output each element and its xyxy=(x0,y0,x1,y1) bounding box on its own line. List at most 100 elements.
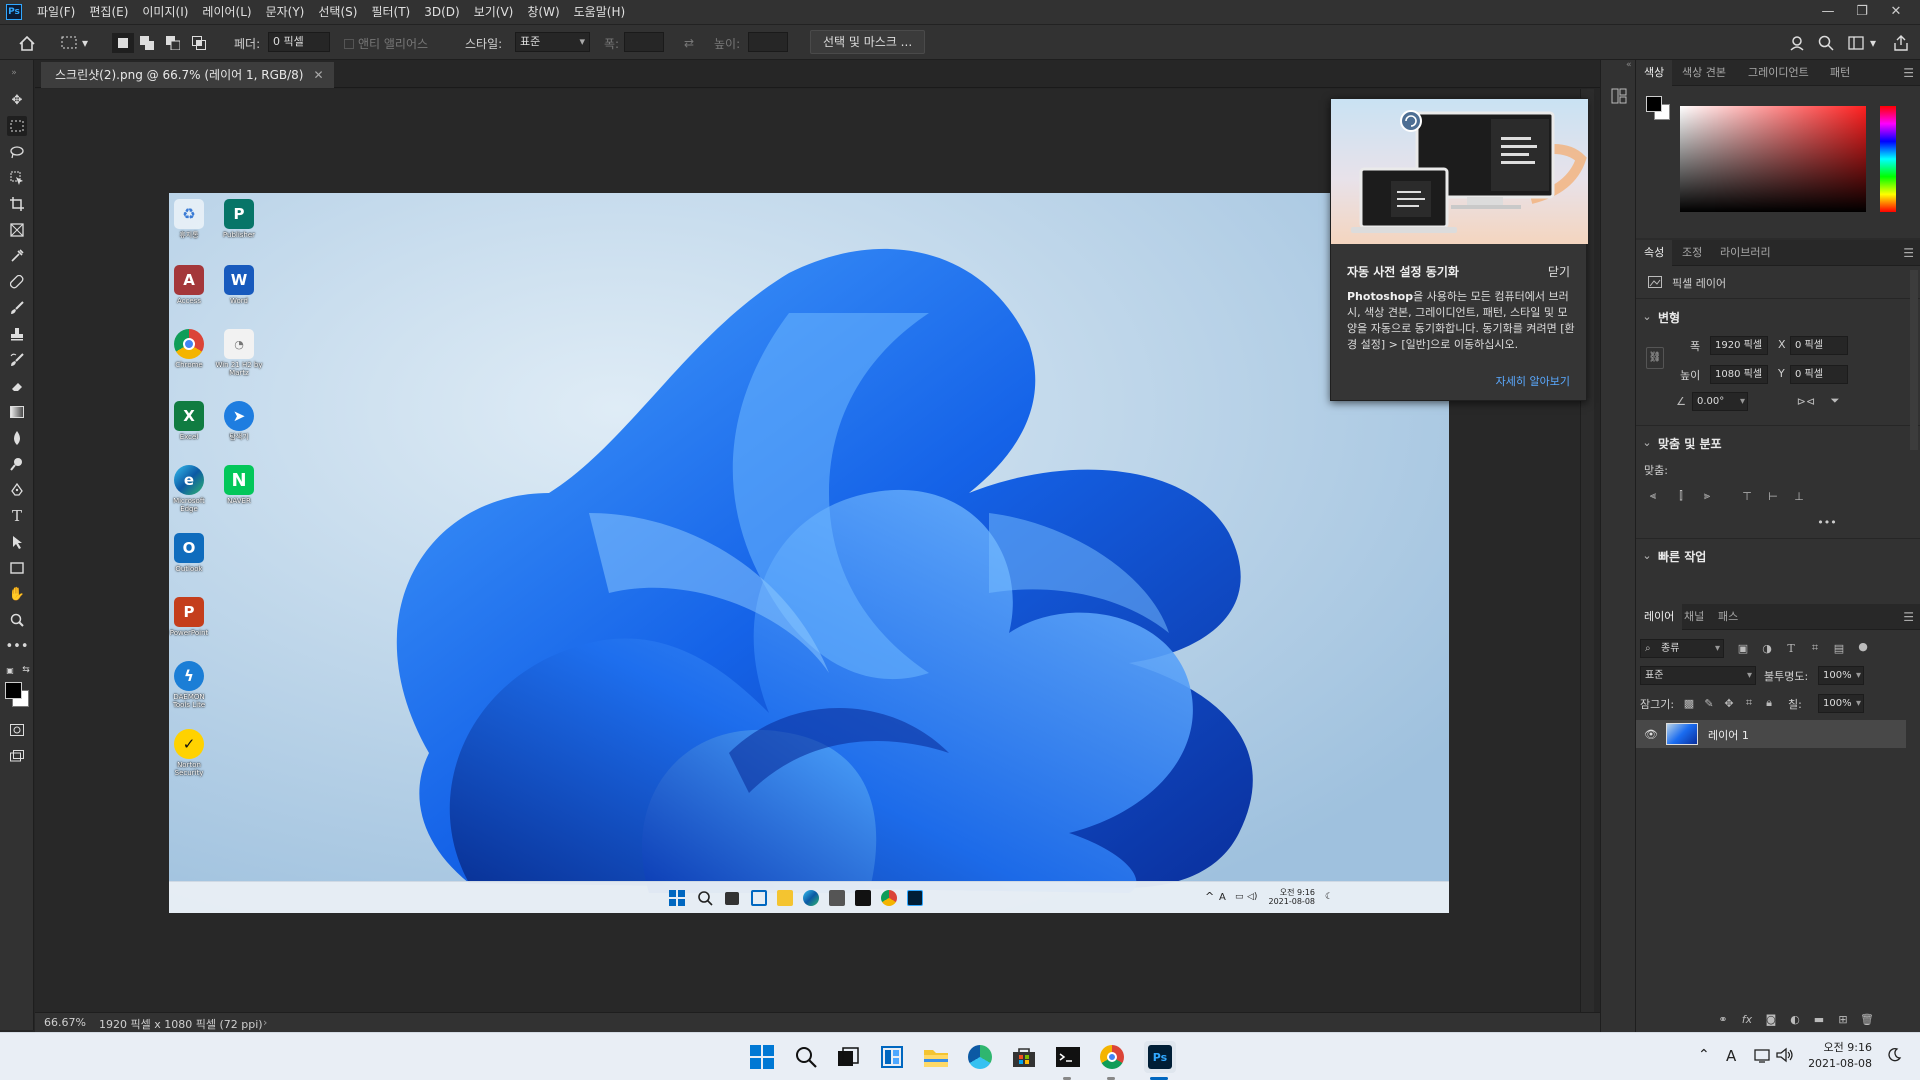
panel-menu-icon[interactable]: ☰ xyxy=(1903,610,1914,624)
widgets-button[interactable] xyxy=(878,1043,906,1071)
marquee-tool-icon[interactable] xyxy=(7,116,27,136)
chevron-down-icon[interactable]: ▾ xyxy=(1868,33,1878,53)
task-view-button[interactable] xyxy=(834,1043,862,1071)
document-tab[interactable]: 스크린샷(2).png @ 66.7% (레이어 1, RGB/8) ✕ xyxy=(41,62,334,88)
notification-icon[interactable] xyxy=(1886,1047,1902,1066)
minimize-button[interactable]: — xyxy=(1812,0,1844,22)
visibility-eye-icon[interactable]: 👁︎ xyxy=(1644,727,1658,741)
tab-color[interactable]: 색상 xyxy=(1636,60,1673,86)
crop-tool-icon[interactable] xyxy=(7,194,27,214)
align-right-icon[interactable]: ⫸ xyxy=(1700,489,1714,503)
lock-artboard-icon[interactable]: ⌗ xyxy=(1742,696,1756,710)
swap-icon[interactable]: ⇄ xyxy=(678,33,700,53)
antialias-checkbox[interactable]: 앤티 앨리어스 xyxy=(344,35,428,52)
quick-mask-icon[interactable] xyxy=(7,720,27,740)
restore-button[interactable]: ❐ xyxy=(1846,0,1878,22)
menu-select[interactable]: 선택(S) xyxy=(311,0,364,24)
brush-tool-icon[interactable] xyxy=(7,298,27,318)
chevron-down-icon[interactable]: ⌄ xyxy=(1640,548,1654,562)
learn-more-link[interactable]: 자세히 알아보기 xyxy=(1496,373,1570,389)
gradient-tool-icon[interactable] xyxy=(7,402,27,422)
align-top-icon[interactable]: ⊤ xyxy=(1740,489,1754,503)
popup-close-button[interactable]: 닫기 xyxy=(1548,263,1570,280)
tab-paths[interactable]: 패스 xyxy=(1710,604,1746,630)
lock-all-icon[interactable]: 🔒︎ xyxy=(1762,696,1776,710)
filter-type-icon[interactable]: T xyxy=(1784,641,1798,655)
close-window-button[interactable]: ✕ xyxy=(1880,0,1912,22)
workspace-icon[interactable] xyxy=(1845,33,1867,53)
eyedropper-tool-icon[interactable] xyxy=(7,246,27,266)
document-canvas[interactable]: ♻ 휴지통 P Publisher A Access W Word Chrome… xyxy=(169,193,1449,913)
layer-name[interactable]: 레이어 1 xyxy=(1708,727,1749,743)
zoom-level[interactable]: 66.67% xyxy=(44,1016,86,1029)
desktop-icon-outlook[interactable]: O Outlook xyxy=(169,533,213,573)
share-icon[interactable] xyxy=(1890,33,1912,53)
menu-3d[interactable]: 3D(D) xyxy=(417,0,466,24)
width-input[interactable]: 1920 픽셀 xyxy=(1710,336,1768,355)
style-select[interactable]: 표준 ▾ xyxy=(515,32,590,52)
menu-edit[interactable]: 편집(E) xyxy=(82,0,135,24)
dodge-tool-icon[interactable] xyxy=(7,454,27,474)
desktop-icon-chrome[interactable]: Chrome xyxy=(169,329,213,369)
more-options-icon[interactable]: ••• xyxy=(1817,515,1836,529)
feather-input[interactable]: 0 픽셀 xyxy=(268,32,330,52)
flip-horizontal-icon[interactable]: ⊳⊲ xyxy=(1797,394,1815,408)
volume-icon[interactable] xyxy=(1776,1047,1794,1066)
lock-pixels-icon[interactable]: ✎ xyxy=(1702,696,1716,710)
tab-swatches[interactable]: 색상 견본 xyxy=(1674,60,1734,86)
height-input[interactable] xyxy=(748,32,788,52)
desktop-icon-explorer[interactable]: ➤ 탐색기 xyxy=(215,401,263,441)
lock-transparent-icon[interactable]: ▩ xyxy=(1682,696,1696,710)
type-tool-icon[interactable]: T xyxy=(7,506,27,526)
marquee-preset-icon[interactable] xyxy=(58,33,80,53)
healing-brush-tool-icon[interactable] xyxy=(7,272,27,292)
swap-colors-icon[interactable]: ⇆ xyxy=(20,664,32,676)
chrome-button[interactable] xyxy=(1098,1043,1126,1071)
menu-help[interactable]: 도움말(H) xyxy=(567,0,633,24)
search-button[interactable] xyxy=(792,1043,820,1071)
filter-adjustment-icon[interactable]: ◑ xyxy=(1760,641,1774,655)
blend-mode-select[interactable]: 표준 ▾ xyxy=(1640,666,1756,685)
adjustment-layer-icon[interactable]: ◐ xyxy=(1788,1012,1802,1026)
subtract-selection-icon[interactable] xyxy=(162,33,184,53)
history-brush-tool-icon[interactable] xyxy=(7,350,27,370)
zoom-tool-icon[interactable] xyxy=(7,610,27,630)
add-selection-icon[interactable] xyxy=(136,33,158,53)
x-input[interactable]: 0 픽셀 xyxy=(1790,336,1848,355)
link-layers-icon[interactable]: ⚭ xyxy=(1716,1012,1730,1026)
fx-icon[interactable]: fx xyxy=(1740,1012,1754,1026)
desktop-icon-excel[interactable]: X Excel xyxy=(169,401,213,441)
photoshop-button[interactable]: Ps xyxy=(1144,1041,1176,1073)
history-panel-icon[interactable] xyxy=(1611,88,1627,104)
filter-smart-object-icon[interactable]: ▤ xyxy=(1832,641,1846,655)
screen-mode-icon[interactable] xyxy=(7,746,27,766)
link-icon[interactable]: ⛓ xyxy=(1646,347,1664,369)
search-icon[interactable] xyxy=(1815,33,1837,53)
menu-type[interactable]: 문자(Y) xyxy=(259,0,312,24)
desktop-icon-file[interactable]: ◔ Win 21 H2 by Martz xyxy=(215,329,263,377)
transform-section-title[interactable]: 변형 xyxy=(1658,309,1680,326)
home-icon[interactable] xyxy=(16,33,38,53)
filter-pixel-icon[interactable]: ▣ xyxy=(1736,641,1750,655)
tab-channels[interactable]: 채널 xyxy=(1676,604,1712,630)
desktop-icon-norton[interactable]: ✓ Norton Security xyxy=(169,729,213,777)
desktop-icon-naver[interactable]: N NAVER xyxy=(215,465,263,505)
file-explorer-button[interactable] xyxy=(922,1043,950,1071)
lasso-tool-icon[interactable] xyxy=(7,142,27,162)
width-input[interactable] xyxy=(624,32,664,52)
desktop-icon-access[interactable]: A Access xyxy=(169,265,213,305)
chevron-down-icon[interactable]: ⌄ xyxy=(1640,309,1654,323)
eraser-tool-icon[interactable] xyxy=(7,376,27,396)
input-language[interactable]: A xyxy=(1726,1047,1736,1065)
select-and-mask-button[interactable]: 선택 및 마스크 ... xyxy=(810,30,926,54)
menu-image[interactable]: 이미지(I) xyxy=(135,0,195,24)
intersect-selection-icon[interactable] xyxy=(188,33,210,53)
close-icon[interactable]: ✕ xyxy=(313,62,323,88)
collapse-icon[interactable]: « xyxy=(1626,60,1632,70)
tab-properties[interactable]: 속성 xyxy=(1636,240,1673,266)
align-middle-icon[interactable]: ⊢ xyxy=(1766,489,1780,503)
tab-gradients[interactable]: 그레이디언트 xyxy=(1740,60,1817,86)
blur-tool-icon[interactable] xyxy=(7,428,27,448)
foreground-color-swatch[interactable] xyxy=(1646,96,1662,112)
properties-scrollbar[interactable] xyxy=(1910,270,1918,450)
